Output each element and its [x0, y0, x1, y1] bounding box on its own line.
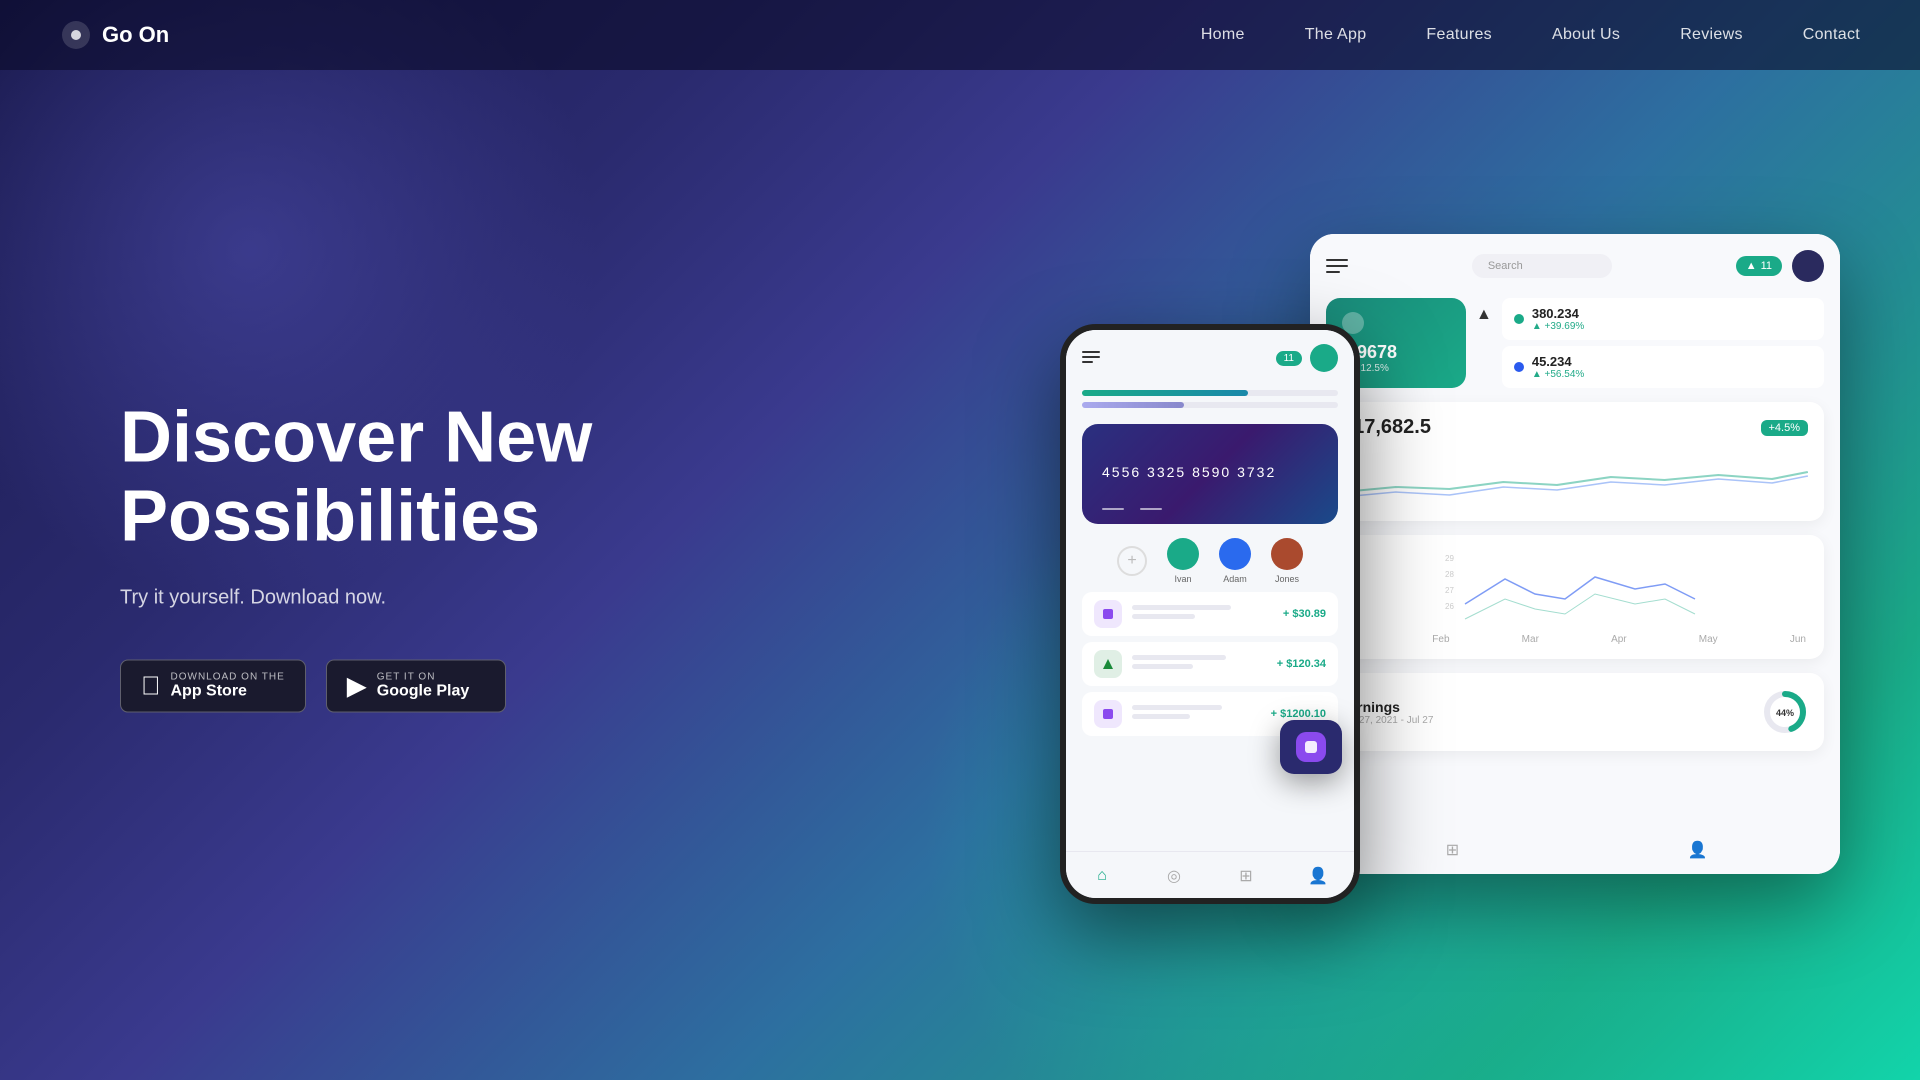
nav-features[interactable]: Features [1426, 26, 1492, 43]
hero-subtitle: Try it yourself. Download now. [120, 587, 592, 610]
hero-title: Discover New Possibilities [120, 399, 592, 557]
phone-bottom-nav: ⌂ ◎ ⊞ 👤 [1066, 851, 1354, 898]
phone-hamburger[interactable] [1082, 351, 1100, 366]
transaction-2: + $120.34 [1082, 642, 1338, 686]
main-chart-card: 29 28 27 26 Jan Feb Mar Apr May Jun [1326, 535, 1824, 659]
phone-transactions: + $30.89 + $120.34 [1066, 592, 1354, 736]
phone-badge: 11 [1276, 351, 1302, 366]
avatar-adam: Adam [1219, 538, 1251, 584]
logo[interactable]: Go On [60, 19, 169, 51]
txn-amount-3: + $1200.10 [1271, 708, 1326, 720]
app-store-label: Download on the [171, 672, 285, 683]
stat-sub-3: ▲ +56.54% [1532, 369, 1584, 380]
txn-amount-2: + $120.34 [1277, 658, 1326, 670]
phone-progress-section [1066, 382, 1354, 424]
avatar-ivan: Ivan [1167, 538, 1199, 584]
nav-about-us[interactable]: About Us [1552, 26, 1620, 43]
stat-item-2: 45.234 ▲ +56.54% [1502, 346, 1824, 388]
play-store-name: Google Play [377, 683, 469, 701]
svg-text:27: 27 [1445, 586, 1454, 595]
nav-home[interactable]: Home [1201, 26, 1245, 43]
stat-sub-2: ▲ +39.69% [1532, 321, 1584, 332]
stat-item-1: 380.234 ▲ +39.69% [1502, 298, 1824, 340]
stat-num-2: 380.234 [1532, 306, 1584, 321]
play-store-button[interactable]: ▶ GET IT ON Google Play [326, 660, 506, 713]
play-store-label: GET IT ON [377, 672, 469, 683]
brand-name: Go On [102, 22, 169, 48]
tablet-avatar[interactable] [1792, 250, 1824, 282]
mockups-container: Search ▲ 11 1.9678 ▲ +12.5% [1060, 204, 1840, 904]
transaction-1: + $30.89 [1082, 592, 1338, 636]
nav-the-app[interactable]: The App [1305, 26, 1367, 43]
tablet-search[interactable]: Search [1472, 254, 1612, 278]
download-buttons:  Download on the App Store ▶ GET IT ON … [120, 660, 592, 713]
phone-mockup: 11 [1060, 324, 1360, 904]
revenue-card: $17,682.5 +4.5% [1326, 402, 1824, 521]
navbar: Go On Home The App Features About Us Rev… [0, 0, 1920, 70]
stat-dot-2 [1514, 362, 1524, 372]
txn-icon-3 [1094, 700, 1122, 728]
svg-text:26: 26 [1445, 602, 1454, 611]
txn-icon-1 [1094, 600, 1122, 628]
tablet-mockup: Search ▲ 11 1.9678 ▲ +12.5% [1310, 234, 1840, 874]
donut-chart: 44% [1760, 687, 1810, 737]
card-number: 4556 3325 8590 3732 [1102, 464, 1318, 480]
add-contact-button[interactable]: + [1117, 546, 1147, 576]
hamburger-menu[interactable] [1326, 259, 1348, 273]
phone-avatar [1310, 344, 1338, 372]
stat-dot-1 [1514, 314, 1524, 324]
tablet-header: Search ▲ 11 [1326, 250, 1824, 282]
svg-text:44%: 44% [1776, 708, 1794, 718]
phone-nav-user[interactable]: 👤 [1304, 862, 1332, 890]
notification-badge[interactable]: ▲ 11 [1736, 256, 1782, 276]
chart-axis: Jan Feb Mar Apr May Jun [1340, 634, 1810, 645]
apple-icon:  [141, 671, 161, 702]
avatar-jones: Jones [1271, 538, 1303, 584]
svg-text:29: 29 [1445, 554, 1454, 563]
trend-arrow: ▲ [1476, 306, 1492, 324]
txn-amount-1: + $30.89 [1283, 608, 1326, 620]
hero-content: Discover New Possibilities Try it yourse… [120, 399, 592, 713]
phone-nav-chart[interactable]: ◎ [1160, 862, 1188, 890]
credit-card: 4556 3325 8590 3732 [1082, 424, 1338, 524]
nav-links: Home The App Features About Us Reviews C… [1201, 26, 1860, 44]
revenue-badge: +4.5% [1761, 420, 1809, 436]
phone-header: 11 [1066, 330, 1354, 382]
phone-avatars: + Ivan Adam Jones [1066, 524, 1354, 592]
nav-contact[interactable]: Contact [1803, 26, 1860, 43]
phone-nav-home[interactable]: ⌂ [1088, 862, 1116, 890]
stats-row: 1.9678 ▲ +12.5% ▲ 380.234 ▲ +39.69% [1326, 298, 1824, 388]
float-card [1280, 720, 1342, 774]
earnings-card: Earnings Jun 27, 2021 - Jul 27 44% [1326, 673, 1824, 751]
stats-list: 380.234 ▲ +39.69% 45.234 ▲ +56.54% [1502, 298, 1824, 388]
hero-section: Go On Home The App Features About Us Rev… [0, 0, 1920, 1080]
phone-nav-grid[interactable]: ⊞ [1232, 862, 1260, 890]
google-play-icon: ▶ [347, 671, 367, 702]
tablet-nav-user[interactable]: 👤 [1684, 836, 1712, 864]
float-icon [1296, 732, 1326, 762]
app-store-name: App Store [171, 683, 285, 701]
tablet-nav-grid[interactable]: ⊞ [1439, 836, 1467, 864]
revenue-mini-chart [1342, 447, 1808, 507]
tablet-bottom-nav: ⊞ 👤 [1310, 836, 1840, 864]
nav-reviews[interactable]: Reviews [1680, 26, 1743, 43]
stat-num-3: 45.234 [1532, 354, 1584, 369]
app-store-button[interactable]:  Download on the App Store [120, 660, 306, 713]
svg-text:28: 28 [1445, 570, 1454, 579]
txn-icon-2 [1094, 650, 1122, 678]
